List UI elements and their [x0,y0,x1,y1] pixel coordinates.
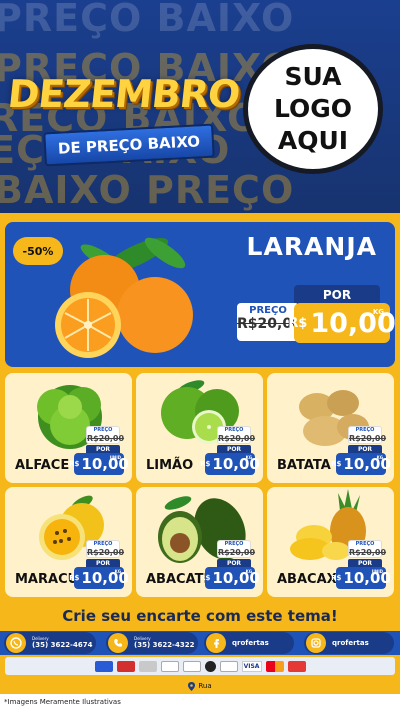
disclaimer-text: *Imagens Meramente Ilustrativas [4,698,121,706]
price-label: PREÇO [224,541,244,547]
product-name: LIMÃO [146,458,194,473]
new-price-box: R$ 10,00 KG [331,453,391,475]
new-price-box: R$ 10,00 KG [200,567,260,589]
disclaimer-bar: *Imagens Meramente Ilustrativas [0,694,400,711]
contact-instagram[interactable]: qrofertas [304,632,394,654]
logo-line: LOGO [273,94,353,123]
mastercard-icon [265,660,284,672]
campaign-subtitle: DE PREÇO BAIXO [57,132,201,158]
featured-price-label: PREÇO [249,305,287,316]
currency: R$ [200,574,211,582]
phone-icon [108,633,128,653]
featured-por-label: POR [294,285,380,305]
old-price: R$20,00 [349,434,387,443]
product-name: ALFACE [15,458,70,473]
instagram-icon [306,633,326,653]
currency: R$ [331,574,342,582]
old-price: R$20,00 [87,548,125,557]
old-price: R$20,00 [349,548,387,557]
address-line: Rua [0,678,400,694]
new-price-box: R$ 10,00 KG [69,567,129,589]
card-icon [94,660,113,672]
currency: R$ [331,460,342,468]
new-price-box: R$ 10,00 UNID [69,453,129,475]
contact-phone[interactable]: Delivery (35) 3622-4322 [106,632,198,654]
old-price-box: PREÇO R$20,00 [348,540,387,558]
unit: UNID [371,569,383,574]
currency: R$ [69,574,80,582]
unit: UNID [109,455,121,460]
location-pin-icon [188,681,196,691]
header-banner: PREÇO BAIXO PREÇO BAIXO PREÇO BAIXO PREÇ… [0,0,400,213]
old-price-box: PREÇO R$20,00 [348,426,387,444]
product-card-batata[interactable]: BATATA PREÇO R$20,00 POR R$ 10,00 KG [267,373,394,483]
background-word: PREÇO BAIXO [0,0,295,40]
new-price-box: R$ 10,00 UNID [331,567,391,589]
unit: KG [376,455,383,460]
unit: KG [114,569,121,574]
old-price: R$20,00 [87,434,125,443]
new-price-box: R$ 10,00 KG [200,453,260,475]
featured-unit: KG [372,308,384,316]
price-label: PREÇO [93,541,113,547]
contact-facebook[interactable]: qrofertas [204,632,294,654]
card-icon [138,660,157,672]
orange-image [55,237,193,358]
featured-new-price-box: R$ 10,00 KG [288,303,396,343]
contact-phone-number: (35) 3622-4322 [134,641,195,649]
price-label: PREÇO [355,541,375,547]
facebook-icon [206,633,226,653]
new-price: 10,00 [81,455,129,473]
campaign-title-main: DEZEMBRO [5,72,242,116]
new-price: 10,00 [212,569,260,587]
card-icon [182,660,201,672]
visa-icon: VISA [241,660,262,672]
payment-methods: VISA [5,657,395,675]
logo-line: AQUI [277,126,349,155]
featured-product-name: LARANJA [246,232,377,261]
card-icon [116,660,135,672]
product-name: BATATA [277,458,331,473]
old-price-box: PREÇO R$20,00 [86,540,125,558]
campaign-title: DEZEMBRO DE PREÇO BAIXO [5,64,242,184]
whatsapp-icon [6,633,26,653]
new-price: 10,00 [212,455,260,473]
card-icon [204,660,216,672]
old-price-box: PREÇO R$20,00 [86,426,125,444]
contact-whatsapp[interactable]: Delivery (35) 3622-4674 [4,632,96,654]
campaign-ribbon: DE PREÇO BAIXO [43,123,215,167]
old-price-box: PREÇO R$20,00 [217,426,256,444]
new-price: 10,00 [81,569,129,587]
card-icon [287,660,306,672]
cta-text: Crie seu encarte com este tema! [62,607,338,625]
card-icon [160,660,179,672]
price-label: PREÇO [355,427,375,433]
price-label: PREÇO [93,427,113,433]
featured-currency: R$ [288,315,308,331]
currency: R$ [69,460,80,468]
new-price: 10,00 [343,455,391,473]
instagram-handle: qrofertas [332,638,369,647]
product-card-abacate[interactable]: ABACATE PREÇO R$20,00 POR R$ 10,00 KG [136,487,263,597]
old-price-box: PREÇO R$20,00 [217,540,256,558]
old-price: R$20,00 [218,434,256,443]
facebook-handle: qrofertas [232,638,269,647]
old-price: R$20,00 [218,548,256,557]
product-card-alface[interactable]: ALFACE PREÇO R$20,00 POR R$ 10,00 UNID [5,373,132,483]
card-icon [219,660,238,672]
logo-placeholder[interactable]: SUA LOGO AQUI [243,44,383,174]
logo-line: SUA [284,62,342,91]
product-card-limao[interactable]: LIMÃO PREÇO R$20,00 POR R$ 10,00 KG [136,373,263,483]
new-price: 10,00 [343,569,391,587]
create-flyer-banner[interactable]: Crie seu encarte com este tema! [5,601,395,631]
currency: R$ [200,460,211,468]
product-card-maracuja[interactable]: MARACUJÁ PREÇO R$20,00 POR R$ 10,00 KG [5,487,132,597]
price-label: PREÇO [224,427,244,433]
unit: KG [245,569,252,574]
unit: KG [245,455,252,460]
address-text: Rua [198,682,212,690]
product-card-abacaxi[interactable]: ABACAXI PREÇO R$20,00 POR R$ 10,00 UNID [267,487,394,597]
contact-phone: (35) 3622-4674 [32,641,93,649]
